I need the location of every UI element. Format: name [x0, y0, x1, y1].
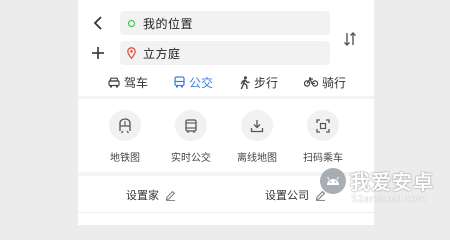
tab-bike-label: 骑行 [322, 75, 347, 90]
tab-drive-label: 驾车 [124, 75, 149, 90]
transport-mode-tabs: 驾车 公交 步行 骑行 [78, 70, 374, 94]
route-panel: 我的位置 立方庭 驾车 公交 步行 骑行 [78, 0, 374, 98]
car-icon [108, 77, 120, 87]
location-pin-icon [127, 47, 136, 59]
add-waypoint-button[interactable] [90, 42, 106, 64]
origin-dot-icon [128, 19, 135, 27]
set-company-button[interactable]: 设置公司 [265, 182, 326, 208]
origin-field[interactable]: 我的位置 [120, 11, 330, 35]
tab-bike[interactable]: 骑行 [304, 70, 346, 94]
scan-icon [307, 110, 339, 141]
quick-realtime-bus-label: 实时公交 [171, 153, 211, 164]
tab-bus[interactable]: 公交 [174, 70, 213, 94]
quick-realtime-bus[interactable]: 实时公交 [159, 104, 223, 164]
swap-icon [344, 32, 356, 46]
quick-scan-ride[interactable]: 扫码乘车 [291, 104, 355, 164]
tab-drive[interactable]: 驾车 [108, 70, 148, 94]
back-button[interactable] [90, 12, 106, 34]
section-divider [78, 96, 374, 99]
set-home-button[interactable]: 设置家 [126, 182, 176, 208]
realtime-bus-icon [175, 110, 207, 141]
set-home-label: 设置家 [126, 189, 159, 202]
swap-route-button[interactable] [341, 28, 359, 50]
destination-field[interactable]: 立方庭 [120, 41, 330, 65]
bike-icon [304, 77, 318, 87]
watermark-title: 我爱安卓 [350, 170, 434, 194]
plus-icon [92, 47, 104, 59]
quick-offline-map-label: 离线地图 [237, 153, 277, 164]
download-icon [241, 110, 273, 141]
destination-label: 立方庭 [143, 46, 181, 61]
quick-offline-map[interactable]: 离线地图 [225, 104, 289, 164]
quick-subway-map[interactable]: 地铁图 [93, 104, 157, 164]
subway-icon [109, 110, 141, 141]
pencil-icon [165, 190, 176, 201]
tab-walk-label: 步行 [254, 75, 279, 90]
quick-actions: 地铁图 实时公交 离线地图 扫码乘车 [78, 104, 374, 164]
bus-icon [174, 76, 185, 88]
walk-icon [240, 75, 250, 89]
android-logo-icon [320, 168, 346, 194]
set-company-label: 设置公司 [265, 189, 309, 202]
quick-subway-label: 地铁图 [110, 153, 140, 164]
tab-bus-label: 公交 [189, 75, 214, 90]
chevron-left-icon [93, 16, 102, 30]
tab-walk[interactable]: 步行 [240, 70, 278, 94]
watermark: 我爱安卓 52android.com [320, 162, 450, 220]
origin-label: 我的位置 [143, 16, 194, 31]
watermark-url: 52android.com [351, 194, 427, 205]
